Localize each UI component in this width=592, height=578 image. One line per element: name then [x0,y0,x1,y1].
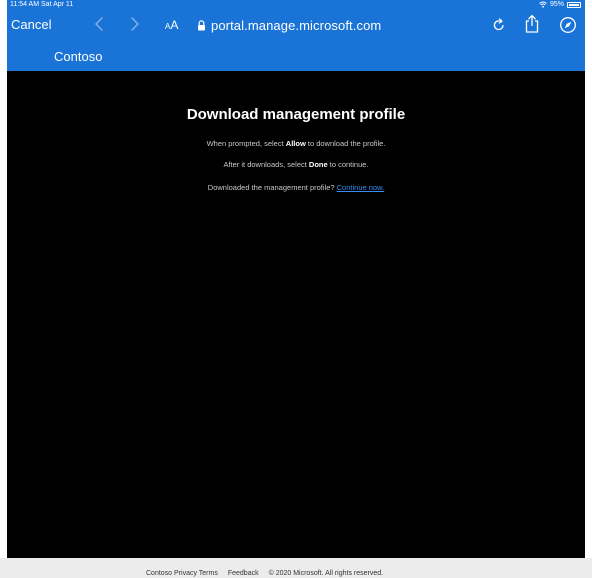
instruction-allow: When prompted, select Allow to download … [206,139,386,148]
forward-icon[interactable] [127,14,143,34]
page-title: Download management profile [186,106,406,123]
instruction-continue: Downloaded the management profile? Conti… [207,183,385,192]
battery-percent: 95% [549,1,564,8]
continue-now-link[interactable]: Continue now. [337,183,385,192]
url-text: portal.manage.microsoft.com [211,17,382,33]
status-indicators: 95% [539,1,581,8]
browser-toolbar: Cancel AA portal.manage.microsoft.com [7,10,585,40]
text-size-button[interactable]: AA [165,18,178,32]
copyright-text: © 2020 Microsoft. All rights reserved. [268,570,384,577]
main-content: Download management profile When prompte… [7,71,585,558]
feedback-link[interactable]: Feedback [228,570,259,577]
cancel-button[interactable]: Cancel [11,17,51,32]
reload-icon[interactable] [491,16,507,34]
address-bar[interactable]: portal.manage.microsoft.com [197,16,381,34]
site-header: Contoso [7,40,585,71]
battery-icon [567,1,581,8]
lock-icon [198,19,205,30]
privacy-terms-link[interactable]: Contoso Privacy Terms [146,570,218,577]
done-emphasis: Done [308,160,328,169]
allow-emphasis: Allow [285,139,306,148]
status-bar: 11:54 AM Sat Apr 11 95% [7,0,585,10]
text-size-large: A [170,18,179,32]
share-icon[interactable] [523,14,541,34]
compass-icon[interactable] [559,16,577,34]
wifi-icon [539,1,547,8]
status-time: 11:54 AM Sat Apr 11 [10,1,74,8]
instruction-done: After it downloads, select Done to conti… [223,160,369,169]
footer: Contoso Privacy Terms Feedback © 2020 Mi… [0,558,592,578]
back-icon[interactable] [91,14,107,34]
site-name: Contoso [54,49,103,64]
browser-frame: 11:54 AM Sat Apr 11 95% Cancel AA portal [7,0,585,558]
